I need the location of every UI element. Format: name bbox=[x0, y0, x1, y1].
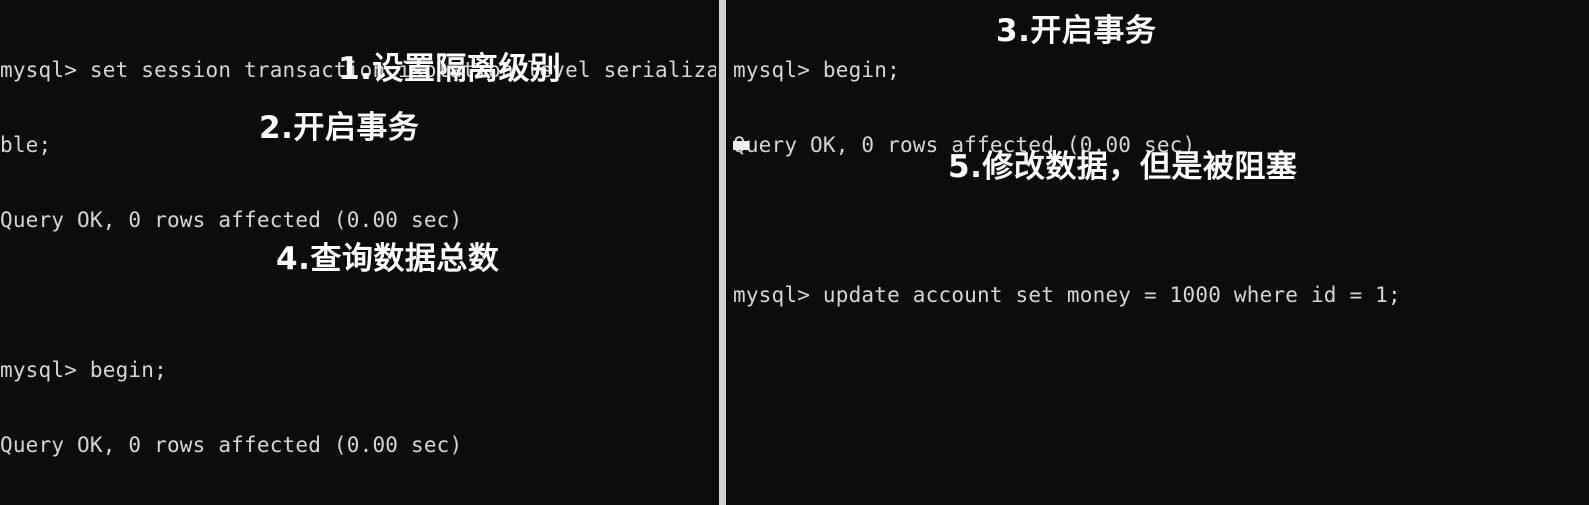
annotation-set-isolation-level: 1.设置隔离级别 bbox=[338, 51, 562, 87]
annotation-begin-transaction-right: 3.开启事务 bbox=[996, 13, 1157, 49]
terminal-output-right: mysql> begin; Query OK, 0 rows affected … bbox=[733, 8, 1589, 433]
terminal-pane-right[interactable]: mysql> begin; Query OK, 0 rows affected … bbox=[728, 0, 1589, 505]
pane-divider bbox=[719, 0, 726, 505]
terminal-line: Query OK, 0 rows affected (0.00 sec) bbox=[0, 208, 463, 232]
annotation-update-blocked: 5.修改数据，但是被阻塞 bbox=[948, 149, 1298, 185]
terminal-line: mysql> update account set money = 1000 w… bbox=[733, 283, 1401, 307]
terminal-line: mysql> begin; bbox=[733, 58, 900, 82]
terminal-line: mysql> begin; bbox=[0, 358, 167, 382]
terminal-cursor bbox=[733, 141, 749, 150]
annotation-begin-transaction-left: 2.开启事务 bbox=[259, 110, 420, 146]
terminal-line: Query OK, 0 rows affected (0.00 sec) bbox=[0, 433, 463, 457]
screenshot-root: mysql> set session transaction isolation… bbox=[0, 0, 1589, 505]
annotation-query-row-count: 4.查询数据总数 bbox=[276, 241, 500, 277]
